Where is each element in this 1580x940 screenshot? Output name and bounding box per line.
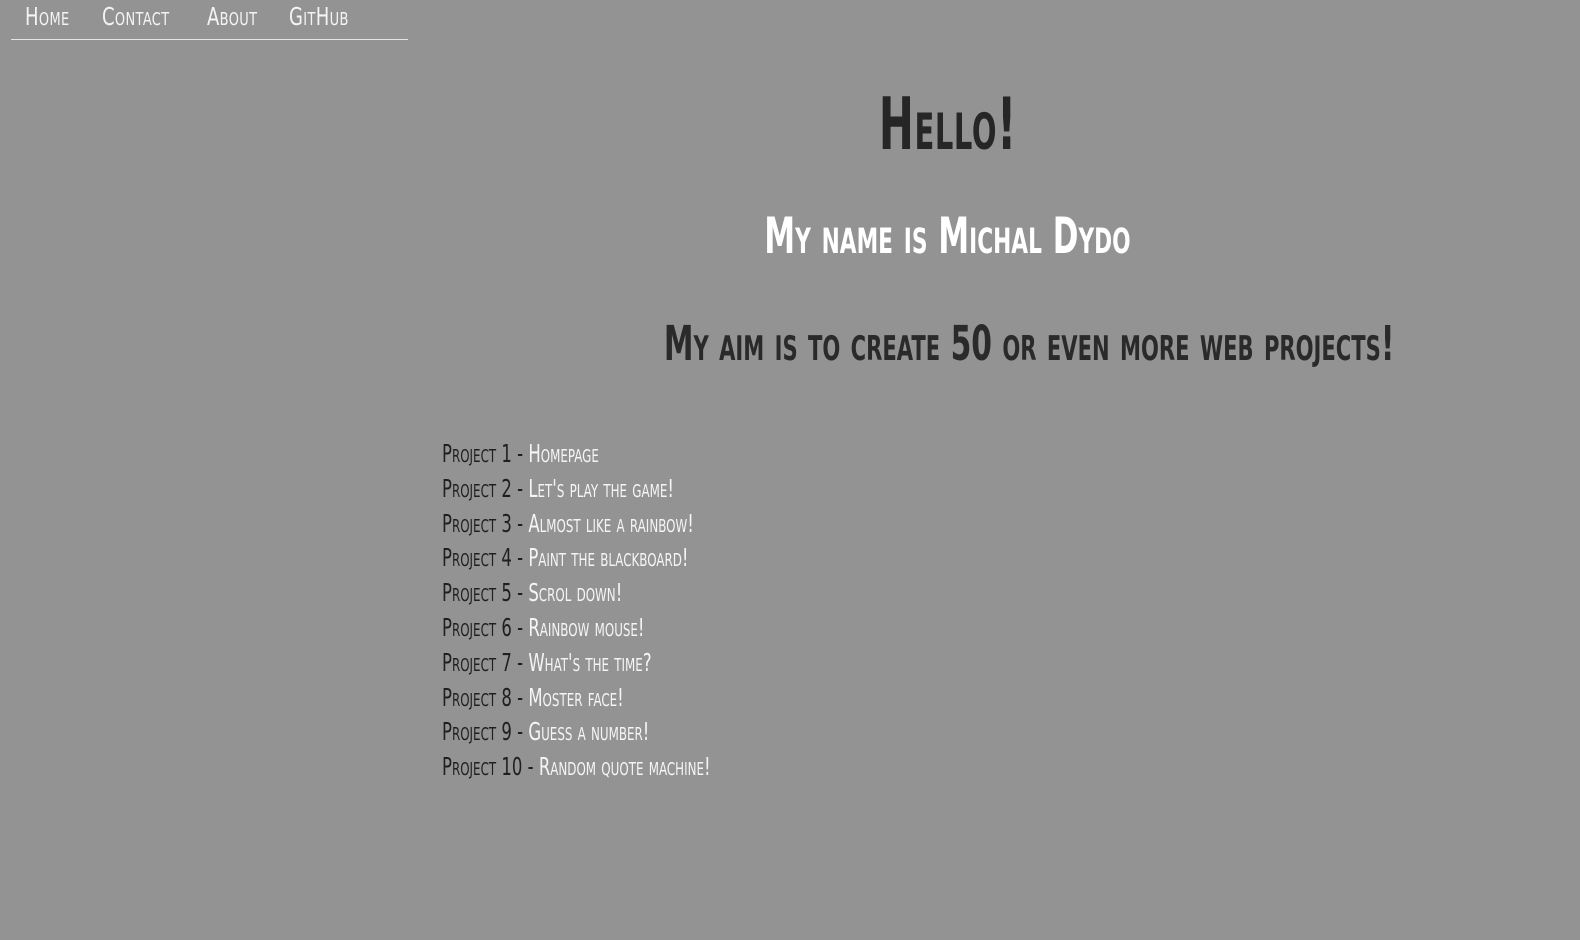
project-link[interactable]: Random quote machine! xyxy=(539,752,711,781)
project-number: Project 6 xyxy=(442,612,512,642)
project-item: Project 1 - Homepage xyxy=(442,437,849,472)
nav-link-github[interactable]: GitHub xyxy=(289,2,349,31)
project-number: Project 1 xyxy=(442,439,512,468)
project-item: Project 2 - Let's play the game! xyxy=(442,472,849,507)
project-link[interactable]: Scrol down! xyxy=(528,578,622,607)
greeting-heading: Hello! xyxy=(440,82,1455,166)
project-number: Project 2 xyxy=(442,473,512,503)
project-separator: - xyxy=(517,439,524,468)
project-separator: - xyxy=(517,473,524,503)
project-list: Project 1 - Homepage Project 2 - Let's p… xyxy=(442,437,849,785)
project-item: Project 7 - What's the time? xyxy=(442,646,849,681)
project-link[interactable]: Rainbow mouse! xyxy=(528,613,644,642)
project-link[interactable]: Homepage xyxy=(528,439,599,468)
project-number: Project 3 xyxy=(442,508,512,538)
project-item: Project 10 - Random quote machine! xyxy=(442,750,849,785)
nav-link-contact[interactable]: Contact xyxy=(102,2,170,31)
aim-heading: My aim is to create 50 or even more web … xyxy=(440,316,1455,372)
project-number: Project 5 xyxy=(442,578,512,608)
project-separator: - xyxy=(517,508,524,538)
name-heading: My name is Michal Dydo xyxy=(440,207,1455,265)
name-text: My name is Michal Dydo xyxy=(764,207,1131,265)
greeting-text: Hello! xyxy=(878,82,1017,166)
project-separator: - xyxy=(527,752,534,782)
project-separator: - xyxy=(517,578,524,608)
project-item: Project 3 - Almost like a rainbow! xyxy=(442,507,849,542)
project-link[interactable]: What's the time? xyxy=(528,648,651,677)
project-link[interactable]: Paint the blackboard! xyxy=(528,543,688,572)
project-number: Project 10 xyxy=(442,752,523,782)
project-link[interactable]: Guess a number! xyxy=(528,717,649,746)
project-item: Project 9 - Guess a number! xyxy=(442,715,849,750)
project-separator: - xyxy=(517,612,524,642)
project-number: Project 7 xyxy=(442,647,512,677)
top-nav: Home Contact About GitHub xyxy=(11,0,408,40)
project-separator: - xyxy=(517,682,524,712)
project-link[interactable]: Let's play the game! xyxy=(528,474,674,503)
project-separator: - xyxy=(517,647,524,677)
project-item: Project 6 - Rainbow mouse! xyxy=(442,611,849,646)
project-number: Project 9 xyxy=(442,717,512,747)
project-item: Project 5 - Scrol down! xyxy=(442,576,849,611)
project-separator: - xyxy=(517,717,524,747)
page: Home Contact About GitHub Hello! My name… xyxy=(0,0,1580,940)
project-separator: - xyxy=(517,543,524,573)
project-number: Project 4 xyxy=(442,543,512,573)
aim-text: My aim is to create 50 or even more web … xyxy=(663,316,1395,372)
project-item: Project 8 - Moster face! xyxy=(442,681,849,716)
project-number: Project 8 xyxy=(442,682,512,712)
nav-link-home[interactable]: Home xyxy=(25,2,70,31)
project-item: Project 4 - Paint the blackboard! xyxy=(442,541,849,576)
project-link[interactable]: Moster face! xyxy=(528,683,623,712)
project-link[interactable]: Almost like a rainbow! xyxy=(528,509,694,538)
nav-link-about[interactable]: About xyxy=(207,2,257,31)
